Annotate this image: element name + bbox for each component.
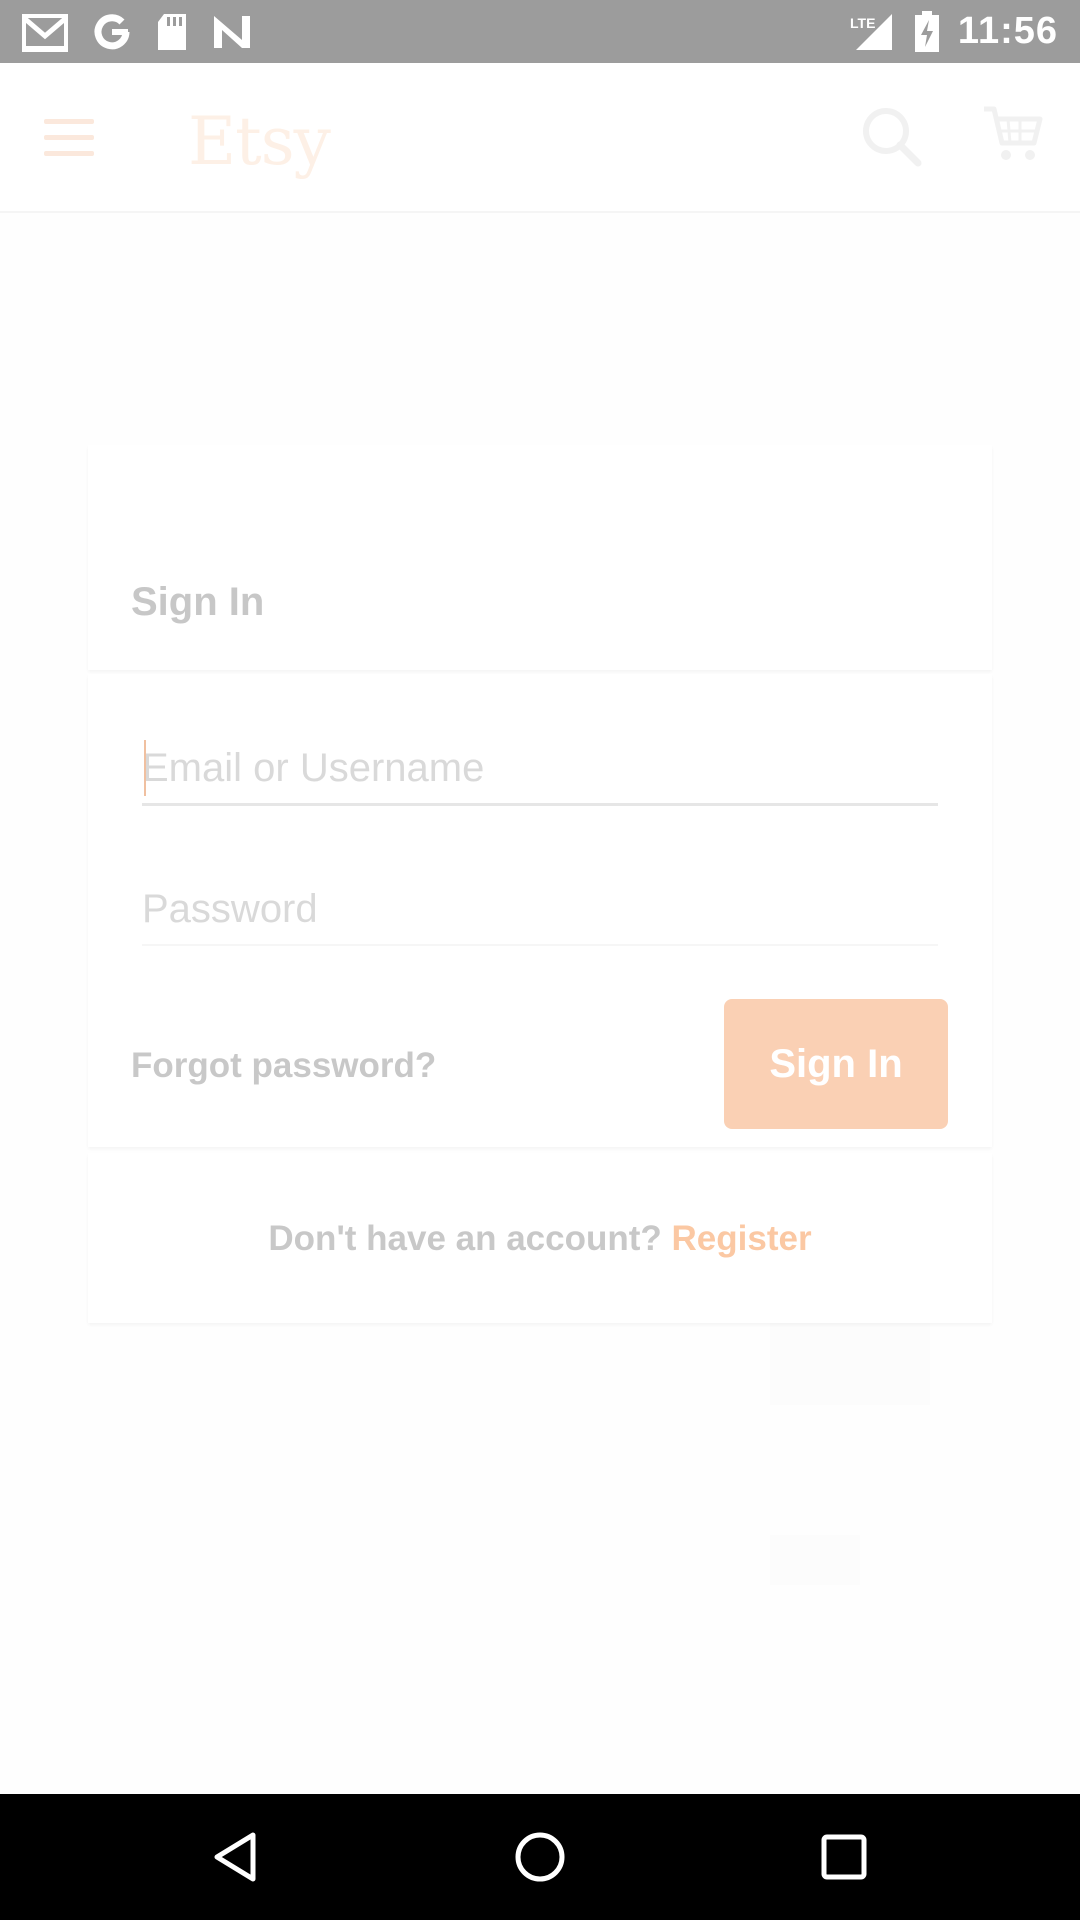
lte-signal-icon: LTE [848,10,896,54]
no-account-text: Don't have an account? [268,1219,662,1258]
navigation-bar [0,1794,1080,1920]
svg-text:LTE: LTE [850,15,875,31]
sign-in-title: Sign In [131,580,265,624]
text-cursor [144,740,146,796]
recents-icon[interactable] [814,1827,874,1887]
hamburger-icon[interactable] [44,115,96,159]
password-input[interactable] [142,874,938,944]
app-bar: Etsy [0,63,1080,213]
etsy-logo[interactable]: Etsy [188,103,331,180]
forgot-password-link[interactable]: Forgot password? [131,1046,436,1086]
back-icon[interactable] [205,1827,265,1887]
status-bar: LTE 11:56 [0,0,1080,63]
search-icon[interactable] [860,105,924,169]
background-image [770,1535,860,1585]
sign-in-form: Forgot password? Sign In [88,674,992,1147]
register-link[interactable]: Register [672,1219,812,1258]
gmail-icon [22,10,68,54]
n-icon [212,10,252,54]
home-icon[interactable] [510,1827,570,1887]
email-input[interactable] [142,734,938,803]
google-icon [92,10,132,54]
email-field[interactable] [142,734,938,806]
register-prompt: Don't have an account? Register [88,1219,992,1259]
password-field[interactable] [142,874,938,946]
sign-in-button[interactable]: Sign In [724,999,948,1129]
battery-charging-icon [914,10,940,54]
sign-in-header-card: Sign In [88,445,992,670]
register-card: Don't have an account? Register [88,1153,992,1323]
status-time: 11:56 [957,10,1058,52]
sd-card-icon [156,10,188,54]
cart-icon[interactable] [982,103,1044,165]
